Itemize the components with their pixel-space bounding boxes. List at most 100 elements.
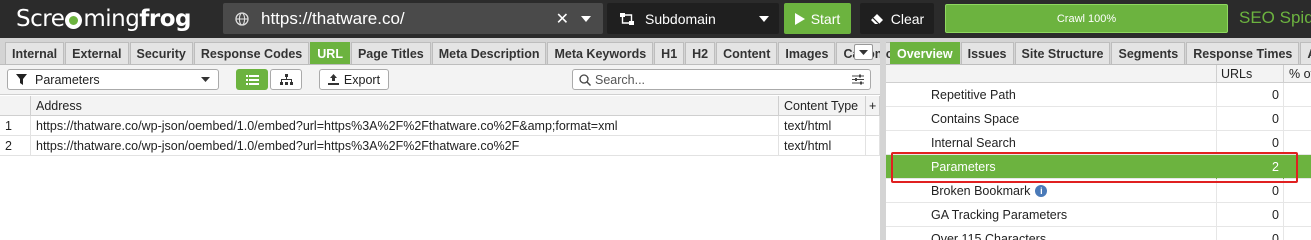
- left-panel: Parameters Export Address Content Type +…: [0, 64, 880, 240]
- tree-view-icon: [279, 74, 293, 85]
- overview-row-count: 0: [1216, 203, 1284, 227]
- overview-row-count: 0: [1216, 131, 1284, 155]
- tree-icon: [620, 12, 634, 25]
- overview-row-label: Repetitive Path: [931, 88, 1016, 102]
- right-tab-strip: Overview Issues Site Structure Segments Resp…: [886, 40, 1311, 64]
- tab-external[interactable]: External: [65, 42, 129, 64]
- overview-row-label: Broken Bookmark: [931, 184, 1031, 198]
- overview-row-name: Over 115 Characters: [931, 227, 1046, 240]
- frog-logo-icon: [65, 11, 83, 29]
- tab-api[interactable]: API: [1300, 42, 1311, 64]
- list-view-icon: [245, 74, 259, 85]
- sliders-icon[interactable]: [852, 74, 864, 85]
- crawl-progress-label: Crawl 100%: [1056, 12, 1117, 25]
- tab-images[interactable]: Images: [778, 42, 836, 64]
- url-input[interactable]: https://thatware.co/ ✕: [223, 3, 603, 34]
- clear-x-icon[interactable]: ✕: [556, 9, 569, 29]
- row-content-type: text/html: [779, 136, 866, 155]
- app-logo: Scre ming frog: [16, 6, 191, 32]
- crawl-progress-bar: Crawl 100%: [945, 4, 1228, 33]
- tab-internal[interactable]: Internal: [5, 42, 65, 64]
- crawl-mode-label: Subdomain: [645, 10, 716, 27]
- row-spacer: [866, 116, 880, 135]
- filter-select[interactable]: Parameters: [7, 69, 219, 90]
- crawl-mode-select[interactable]: Subdomain: [607, 3, 779, 34]
- left-tab-strip: Internal External Security Response Codes UR…: [0, 40, 959, 64]
- clear-label: Clear: [890, 10, 925, 27]
- overview-row-name: Repetitive Path: [931, 83, 1016, 107]
- overview-row-count: 0: [1216, 107, 1284, 131]
- export-icon: [327, 74, 339, 85]
- tab-site-structure[interactable]: Site Structure: [1014, 42, 1111, 64]
- overview-header: URLs % of: [886, 65, 1311, 83]
- clear-button[interactable]: Clear: [860, 3, 934, 34]
- row-address: https://thatware.co/wp-json/oembed/1.0/e…: [31, 136, 779, 155]
- tree-view-button[interactable]: [270, 69, 302, 90]
- info-icon[interactable]: i: [1035, 185, 1048, 197]
- overview-row-label: Contains Space: [931, 112, 1020, 126]
- table-row[interactable]: 2 https://thatware.co/wp-json/oembed/1.0…: [0, 136, 880, 156]
- row-index: 1: [0, 116, 31, 135]
- overview-row[interactable]: Contains Space 0: [886, 107, 1311, 131]
- column-header-address[interactable]: Address: [31, 96, 779, 115]
- overview-row-count: 0: [1216, 83, 1284, 107]
- results-table: Address Content Type + 1 https://thatwar…: [0, 96, 880, 156]
- tab-overflow-button[interactable]: [854, 44, 873, 60]
- tab-overview[interactable]: Overview: [890, 42, 960, 64]
- search-icon: [579, 73, 591, 86]
- tab-meta-keywords[interactable]: Meta Keywords: [547, 42, 654, 64]
- start-button[interactable]: Start: [784, 3, 851, 34]
- filter-value: Parameters: [35, 72, 100, 87]
- table-row[interactable]: 1 https://thatware.co/wp-json/oembed/1.0…: [0, 116, 880, 136]
- column-header-urls[interactable]: URLs: [1216, 65, 1284, 83]
- column-header-percent[interactable]: % of: [1285, 65, 1311, 83]
- tab-h1[interactable]: H1: [654, 42, 685, 64]
- overview-row-name: Contains Space: [931, 107, 1019, 131]
- overview-row-name: Broken Bookmark i: [931, 179, 1048, 203]
- row-index: 2: [0, 136, 31, 155]
- overview-row-count: 0: [1216, 179, 1284, 203]
- export-label: Export: [343, 72, 381, 87]
- overview-row-name: Internal Search: [931, 131, 1016, 155]
- tab-content[interactable]: Content: [716, 42, 778, 64]
- search-box[interactable]: [572, 69, 871, 90]
- overview-row[interactable]: Internal Search 0: [886, 131, 1311, 155]
- chevron-down-icon: [201, 77, 210, 82]
- overview-row[interactable]: Broken Bookmark i 0: [886, 179, 1311, 203]
- tab-meta-description[interactable]: Meta Description: [431, 42, 547, 64]
- tab-h2[interactable]: H2: [685, 42, 716, 64]
- overview-row-name: GA Tracking Parameters: [931, 203, 1067, 227]
- tab-response-codes[interactable]: Response Codes: [193, 42, 310, 64]
- product-name: SEO Spider: [1239, 8, 1311, 27]
- column-header-index[interactable]: [0, 96, 31, 115]
- row-content-type: text/html: [779, 116, 866, 135]
- url-text[interactable]: https://thatware.co/: [261, 9, 556, 29]
- overview-row-label: Internal Search: [931, 136, 1016, 150]
- overview-row[interactable]: Repetitive Path 0: [886, 83, 1311, 107]
- search-input[interactable]: [595, 72, 852, 87]
- start-label: Start: [810, 10, 841, 27]
- tab-security[interactable]: Security: [129, 42, 193, 64]
- overview-row-label: GA Tracking Parameters: [931, 208, 1068, 222]
- overview-row[interactable]: GA Tracking Parameters 0: [886, 203, 1311, 227]
- row-spacer: [866, 136, 880, 155]
- chevron-down-icon[interactable]: [581, 15, 591, 22]
- overview-row-label: Over 115 Characters: [931, 232, 1047, 240]
- play-icon: [794, 12, 805, 25]
- overview-row[interactable]: Parameters 2: [886, 155, 1311, 179]
- eraser-icon: [870, 13, 883, 24]
- tab-url[interactable]: URL: [310, 42, 350, 64]
- tab-response-times[interactable]: Response Times: [1186, 42, 1300, 64]
- tab-issues[interactable]: Issues: [960, 42, 1014, 64]
- overview-row-count: 2: [1216, 155, 1284, 179]
- column-header-content-type[interactable]: Content Type: [779, 96, 866, 115]
- add-column-button[interactable]: +: [866, 96, 880, 115]
- tab-segments[interactable]: Segments: [1111, 42, 1186, 64]
- results-toolbar: Parameters Export: [0, 65, 880, 95]
- overview-row[interactable]: Over 115 Characters 0: [886, 227, 1311, 240]
- tab-page-titles[interactable]: Page Titles: [350, 42, 431, 64]
- row-address: https://thatware.co/wp-json/oembed/1.0/e…: [31, 116, 779, 135]
- overview-row-label: Parameters: [931, 160, 996, 174]
- list-view-button[interactable]: [236, 69, 268, 90]
- export-button[interactable]: Export: [319, 69, 389, 90]
